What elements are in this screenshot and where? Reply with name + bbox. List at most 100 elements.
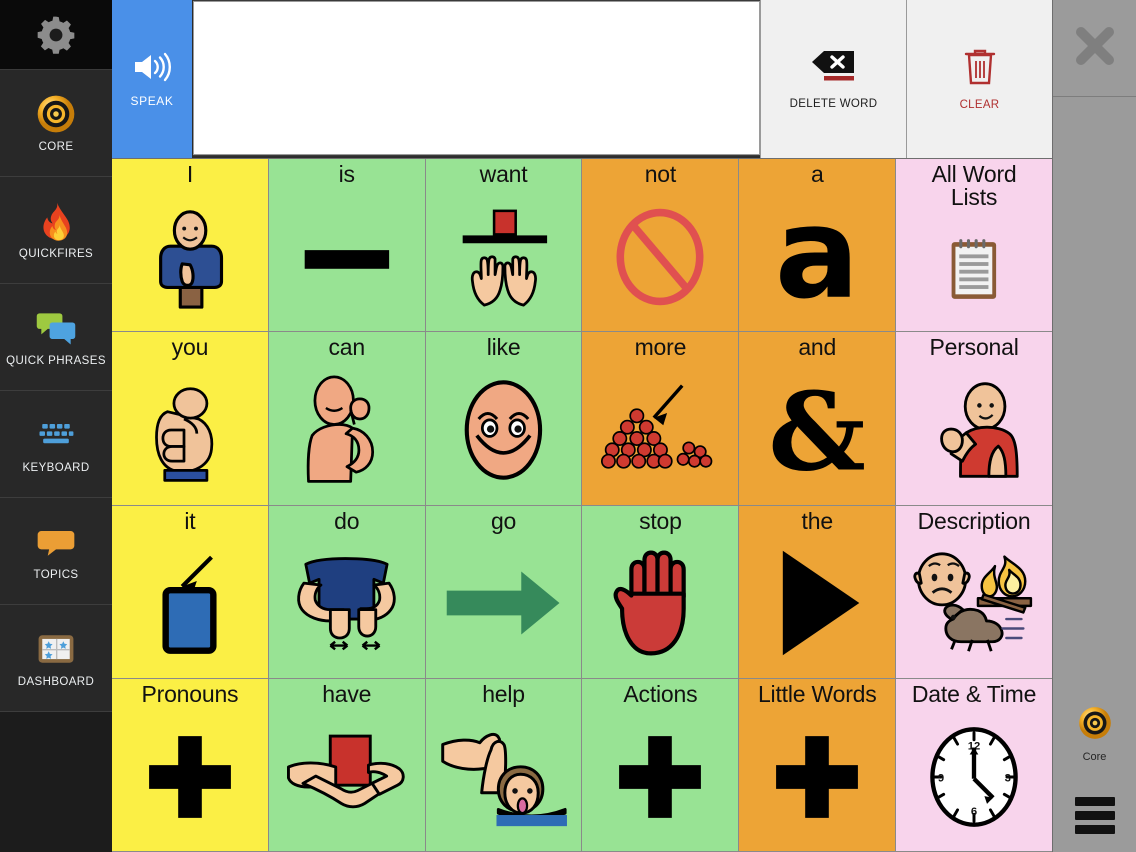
- helping-hand-swimmer-icon: [428, 706, 580, 847]
- grid-cell-you[interactable]: you: [112, 332, 268, 505]
- plus-icon: [114, 706, 266, 847]
- settings-button[interactable]: [0, 0, 112, 70]
- target-icon: [1076, 704, 1114, 747]
- backspace-icon: [808, 46, 860, 91]
- sidebar-item-quick-phrases[interactable]: QUICK PHRASES: [0, 284, 112, 391]
- grid-cell-like[interactable]: like: [425, 332, 582, 505]
- grid-cell-i[interactable]: I: [112, 159, 268, 332]
- menu-button[interactable]: [1074, 797, 1115, 834]
- cell-label: Pronouns: [141, 680, 239, 707]
- black-triangle-icon: [741, 533, 893, 674]
- speak-button[interactable]: SPEAK: [112, 0, 193, 158]
- hands-reaching-block-icon: [428, 186, 580, 327]
- cell-label: you: [171, 334, 209, 361]
- cell-label: have: [322, 680, 372, 707]
- delete-word-label: DELETE WORD: [789, 98, 878, 111]
- grid-cell-and[interactable]: and &: [739, 332, 896, 505]
- aac-app-window: CORE QUICKFIRES QUICK PHRASES KEYBOARD T…: [0, 0, 1136, 852]
- message-toolbar: SPEAK DELETE WORD CLEAR: [112, 0, 1052, 158]
- grid-cell-not[interactable]: not: [582, 159, 739, 332]
- clock-numeral-3: 3: [1005, 772, 1011, 784]
- cell-label: help: [482, 680, 525, 707]
- grid-cell-stop[interactable]: stop: [582, 505, 739, 678]
- grid-cell-pronouns[interactable]: Pronouns: [112, 678, 268, 851]
- grid-cell-more[interactable]: more: [582, 332, 739, 505]
- cell-label: and: [798, 334, 837, 361]
- svg-text:&: &: [769, 376, 866, 484]
- sidebar-item-keyboard[interactable]: KEYBOARD: [0, 391, 112, 498]
- cell-label: can: [328, 334, 366, 361]
- gear-icon: [34, 13, 78, 57]
- cell-label: like: [486, 334, 521, 361]
- hands-holding-block-icon: [271, 706, 423, 847]
- flame-icon: [34, 199, 78, 243]
- cell-label: more: [634, 334, 687, 361]
- sidebar-item-label: KEYBOARD: [22, 461, 90, 474]
- cell-label: not: [644, 161, 677, 187]
- cell-label: Description: [917, 507, 1031, 534]
- sidebar-item-core[interactable]: CORE: [0, 70, 112, 177]
- grid-cell-is[interactable]: is: [268, 159, 425, 332]
- speak-label: SPEAK: [130, 94, 174, 108]
- grid-cell-little-words[interactable]: Little Words: [739, 678, 896, 851]
- left-sidebar: CORE QUICKFIRES QUICK PHRASES KEYBOARD T…: [0, 0, 112, 852]
- sidebar-item-dashboard[interactable]: DASHBOARD: [0, 605, 112, 712]
- clock-icon: 12 3 6 9: [898, 706, 1050, 847]
- cell-label: is: [338, 161, 355, 187]
- sidebar-item-topics[interactable]: TOPICS: [0, 498, 112, 605]
- sidebar-item-label: CORE: [38, 140, 74, 153]
- grid-cell-do[interactable]: do: [268, 505, 425, 678]
- person-pointing-self-icon: [114, 186, 266, 327]
- clock-numeral-9: 9: [938, 772, 944, 784]
- close-button[interactable]: [1052, 0, 1136, 97]
- close-icon: [1071, 22, 1119, 75]
- prohibition-sign-icon: [584, 186, 736, 327]
- red-hand-icon: [584, 533, 736, 674]
- cell-label: the: [801, 507, 834, 534]
- grid-cell-personal[interactable]: Personal: [896, 332, 1052, 505]
- cell-label: do: [334, 507, 360, 534]
- speech-bubble-icon: [34, 520, 78, 564]
- sidebar-item-label: DASHBOARD: [17, 675, 95, 688]
- arrow-to-object-icon: [114, 533, 266, 674]
- grid-cell-the[interactable]: the: [739, 505, 896, 678]
- right-rail-core-chip[interactable]: Core: [1076, 704, 1114, 763]
- cell-label: Little Words: [757, 680, 877, 707]
- cell-label: Date & Time: [911, 680, 1037, 707]
- description-collage-icon: [898, 533, 1050, 674]
- grid-cell-actions[interactable]: Actions: [582, 678, 739, 851]
- clock-numeral-6: 6: [971, 806, 977, 818]
- plus-icon: [584, 706, 736, 847]
- message-bar[interactable]: [193, 1, 760, 155]
- delete-word-button[interactable]: DELETE WORD: [760, 0, 906, 158]
- target-icon: [34, 92, 78, 136]
- main-area: SPEAK DELETE WORD CLEAR I is want not a …: [112, 0, 1052, 852]
- grid-cell-want[interactable]: want: [425, 159, 582, 332]
- speaker-icon: [131, 50, 173, 89]
- hamburger-icon: [1074, 825, 1115, 834]
- green-arrow-right-icon: [428, 533, 580, 674]
- flexing-arm-icon: [271, 360, 423, 501]
- speech-bubbles-icon: [34, 306, 78, 350]
- hands-moving-icon: [271, 533, 423, 674]
- sidebar-item-quickfires[interactable]: QUICKFIRES: [0, 177, 112, 284]
- grid-cell-can[interactable]: can: [268, 332, 425, 505]
- grid-cell-go[interactable]: go: [425, 505, 582, 678]
- grid-cell-date-time[interactable]: Date & Time 12 3 6 9: [896, 678, 1052, 851]
- grid-cell-help[interactable]: help: [425, 678, 582, 851]
- black-bar-icon: [271, 186, 423, 327]
- sidebar-item-label: QUICK PHRASES: [6, 354, 106, 367]
- cell-label: Personal: [929, 334, 1019, 361]
- trash-icon: [963, 45, 997, 92]
- grid-cell-description[interactable]: Description: [896, 505, 1052, 678]
- cell-label: go: [490, 507, 517, 534]
- core-chip-label: Core: [1082, 751, 1107, 763]
- grid-cell-a[interactable]: a a: [739, 159, 896, 332]
- grid-cell-it[interactable]: it: [112, 505, 268, 678]
- clear-button[interactable]: CLEAR: [906, 0, 1052, 158]
- grid-cell-have[interactable]: have: [268, 678, 425, 851]
- cell-label: want: [479, 161, 528, 187]
- pointing-hand-icon: [114, 360, 266, 501]
- person-thumb-self-icon: [898, 360, 1050, 501]
- grid-cell-all-word-lists[interactable]: All Word Lists: [896, 159, 1052, 332]
